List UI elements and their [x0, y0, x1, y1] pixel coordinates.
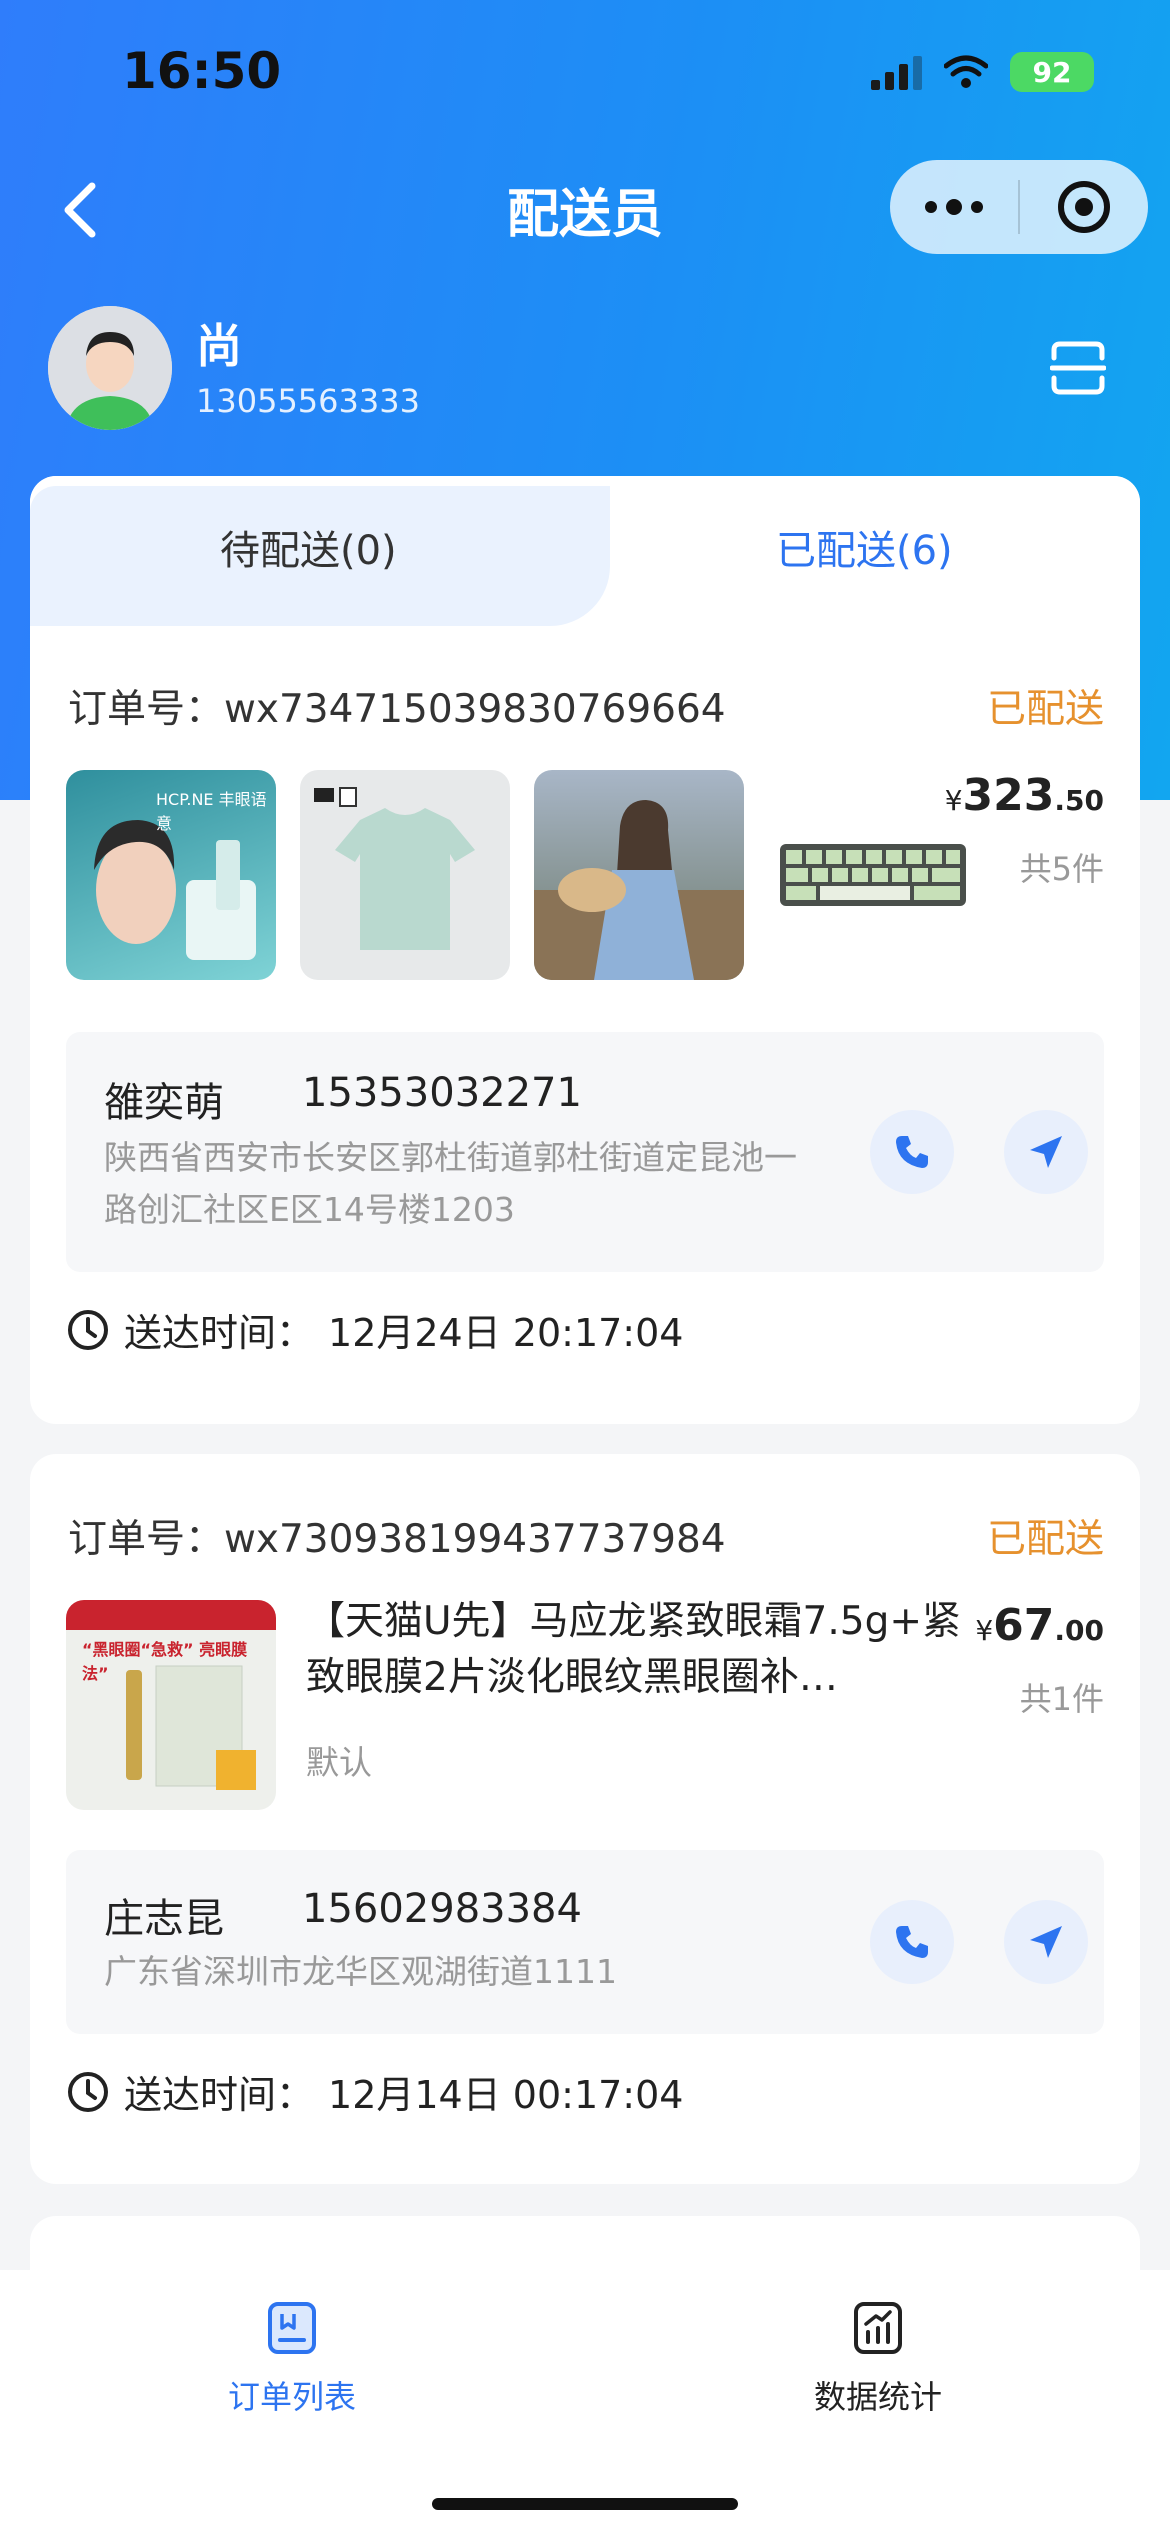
address-box: 雒奕萌 15353032271 陕西省西安市长安区郭杜街道郭杜街道定昆池一路创汇… [66, 1032, 1104, 1272]
order-price: ¥323.50 [945, 770, 1104, 821]
clock-icon [68, 1309, 108, 1350]
more-icon[interactable] [890, 199, 1018, 215]
navigate-button[interactable] [1004, 1900, 1088, 1984]
order-card: 订单号：wx730938199437737984 已配送 “黑眼圈“急救” 亮眼… [30, 1454, 1140, 2184]
user-name: 尚 [196, 319, 242, 373]
order-status: 已配送 [986, 687, 1104, 732]
product-image-tshirt[interactable] [300, 770, 510, 980]
order-price: ¥67.00 [975, 1600, 1104, 1651]
product-image-skincare[interactable]: HCP.NE 丰眼语意 [66, 770, 276, 980]
price-decimal: .50 [1054, 784, 1104, 817]
scan-icon[interactable] [1050, 340, 1106, 396]
navigation-icon [1030, 1926, 1062, 1958]
contact-phone: 15353032271 [302, 1070, 582, 1116]
call-button[interactable] [870, 1110, 954, 1194]
delivered-label: 送达时间： [124, 2073, 315, 2117]
contact-name: 雒奕萌 [104, 1080, 224, 1126]
price-integer: 323 [962, 770, 1055, 821]
close-target-icon[interactable] [1020, 181, 1148, 233]
tab-order-list[interactable]: 订单列表 [172, 2300, 412, 2418]
item-count: 共5件 [1019, 850, 1104, 888]
navigation-icon [1030, 1136, 1062, 1168]
battery-icon: 92 [1010, 52, 1094, 92]
order-number: 订单号：wx734715039830769664 [68, 687, 726, 732]
avatar [48, 306, 172, 430]
delivery-tabs: 待配送(0) 已配送(6) [30, 476, 1140, 626]
product-image-caption: “黑眼圈“急救” 亮眼膜法” [82, 1640, 248, 1683]
delivered-label: 送达时间： [124, 1311, 315, 1355]
tab-statistics[interactable]: 数据统计 [758, 2300, 998, 2418]
order-status: 已配送 [986, 1517, 1104, 1562]
tab-statistics-label: 数据统计 [813, 2378, 942, 2416]
home-indicator [432, 2498, 738, 2510]
order-number: 订单号：wx730938199437737984 [68, 1517, 726, 1562]
status-icons: 92 [871, 52, 1094, 92]
product-image-eye-cream[interactable]: “黑眼圈“急救” 亮眼膜法” [66, 1600, 276, 1810]
price-integer: 67 [993, 1600, 1055, 1651]
price-symbol: ¥ [975, 1614, 994, 1647]
phone-icon [896, 1136, 928, 1168]
address-box: 庄志昆 15602983384 广东省深圳市龙华区观湖街道1111 [66, 1850, 1104, 2034]
item-count: 共1件 [1019, 1680, 1104, 1718]
phone-icon [896, 1926, 928, 1958]
signal-icon [871, 54, 922, 90]
delivered-time-row: 送达时间： 12月14日 00:17:04 [66, 2064, 683, 2119]
order-list-icon [268, 2302, 316, 2354]
call-button[interactable] [870, 1900, 954, 1984]
price-decimal: .00 [1054, 1614, 1104, 1647]
delivery-address: 广东省深圳市龙华区观湖街道1111 [104, 1952, 617, 1991]
stats-icon [854, 2302, 902, 2354]
delivered-time: 12月24日 20:17:04 [328, 1311, 684, 1355]
contact-phone: 15602983384 [302, 1886, 582, 1932]
status-time: 16:50 [122, 42, 282, 100]
contact-name: 庄志昆 [104, 1896, 224, 1942]
price-symbol: ¥ [944, 784, 963, 817]
clock-icon [68, 2071, 108, 2112]
user-phone: 13055563333 [196, 382, 420, 420]
delivered-time: 12月14日 00:17:04 [328, 2073, 684, 2117]
battery-level: 92 [1032, 55, 1072, 89]
wifi-icon [944, 55, 988, 88]
bottom-tab-bar: 订单列表 数据统计 [0, 2270, 1170, 2532]
product-image-caption: HCP.NE 丰眼语意 [156, 790, 267, 833]
product-image-dress[interactable] [534, 770, 744, 980]
delivered-time-row: 送达时间： 12月24日 20:17:04 [66, 1302, 683, 1357]
tab-pending[interactable]: 待配送(0) [220, 518, 397, 576]
product-sku: 默认 [306, 1743, 372, 1782]
navigate-button[interactable] [1004, 1110, 1088, 1194]
order-card: 待配送(0) 已配送(6) 订单号：wx734715039830769664 已… [30, 476, 1140, 1424]
tab-order-list-label: 订单列表 [227, 2378, 356, 2416]
delivery-address: 陕西省西安市长安区郭杜街道郭杜街道定昆池一路创汇社区E区14号楼1203 [104, 1138, 797, 1229]
mini-program-capsule [890, 160, 1148, 254]
product-title[interactable]: 【天猫U先】马应龙紧致眼霜7.5g+紧致眼膜2片淡化眼纹黑眼圈补… [306, 1594, 966, 1706]
tab-delivered[interactable]: 已配送(6) [776, 518, 953, 576]
